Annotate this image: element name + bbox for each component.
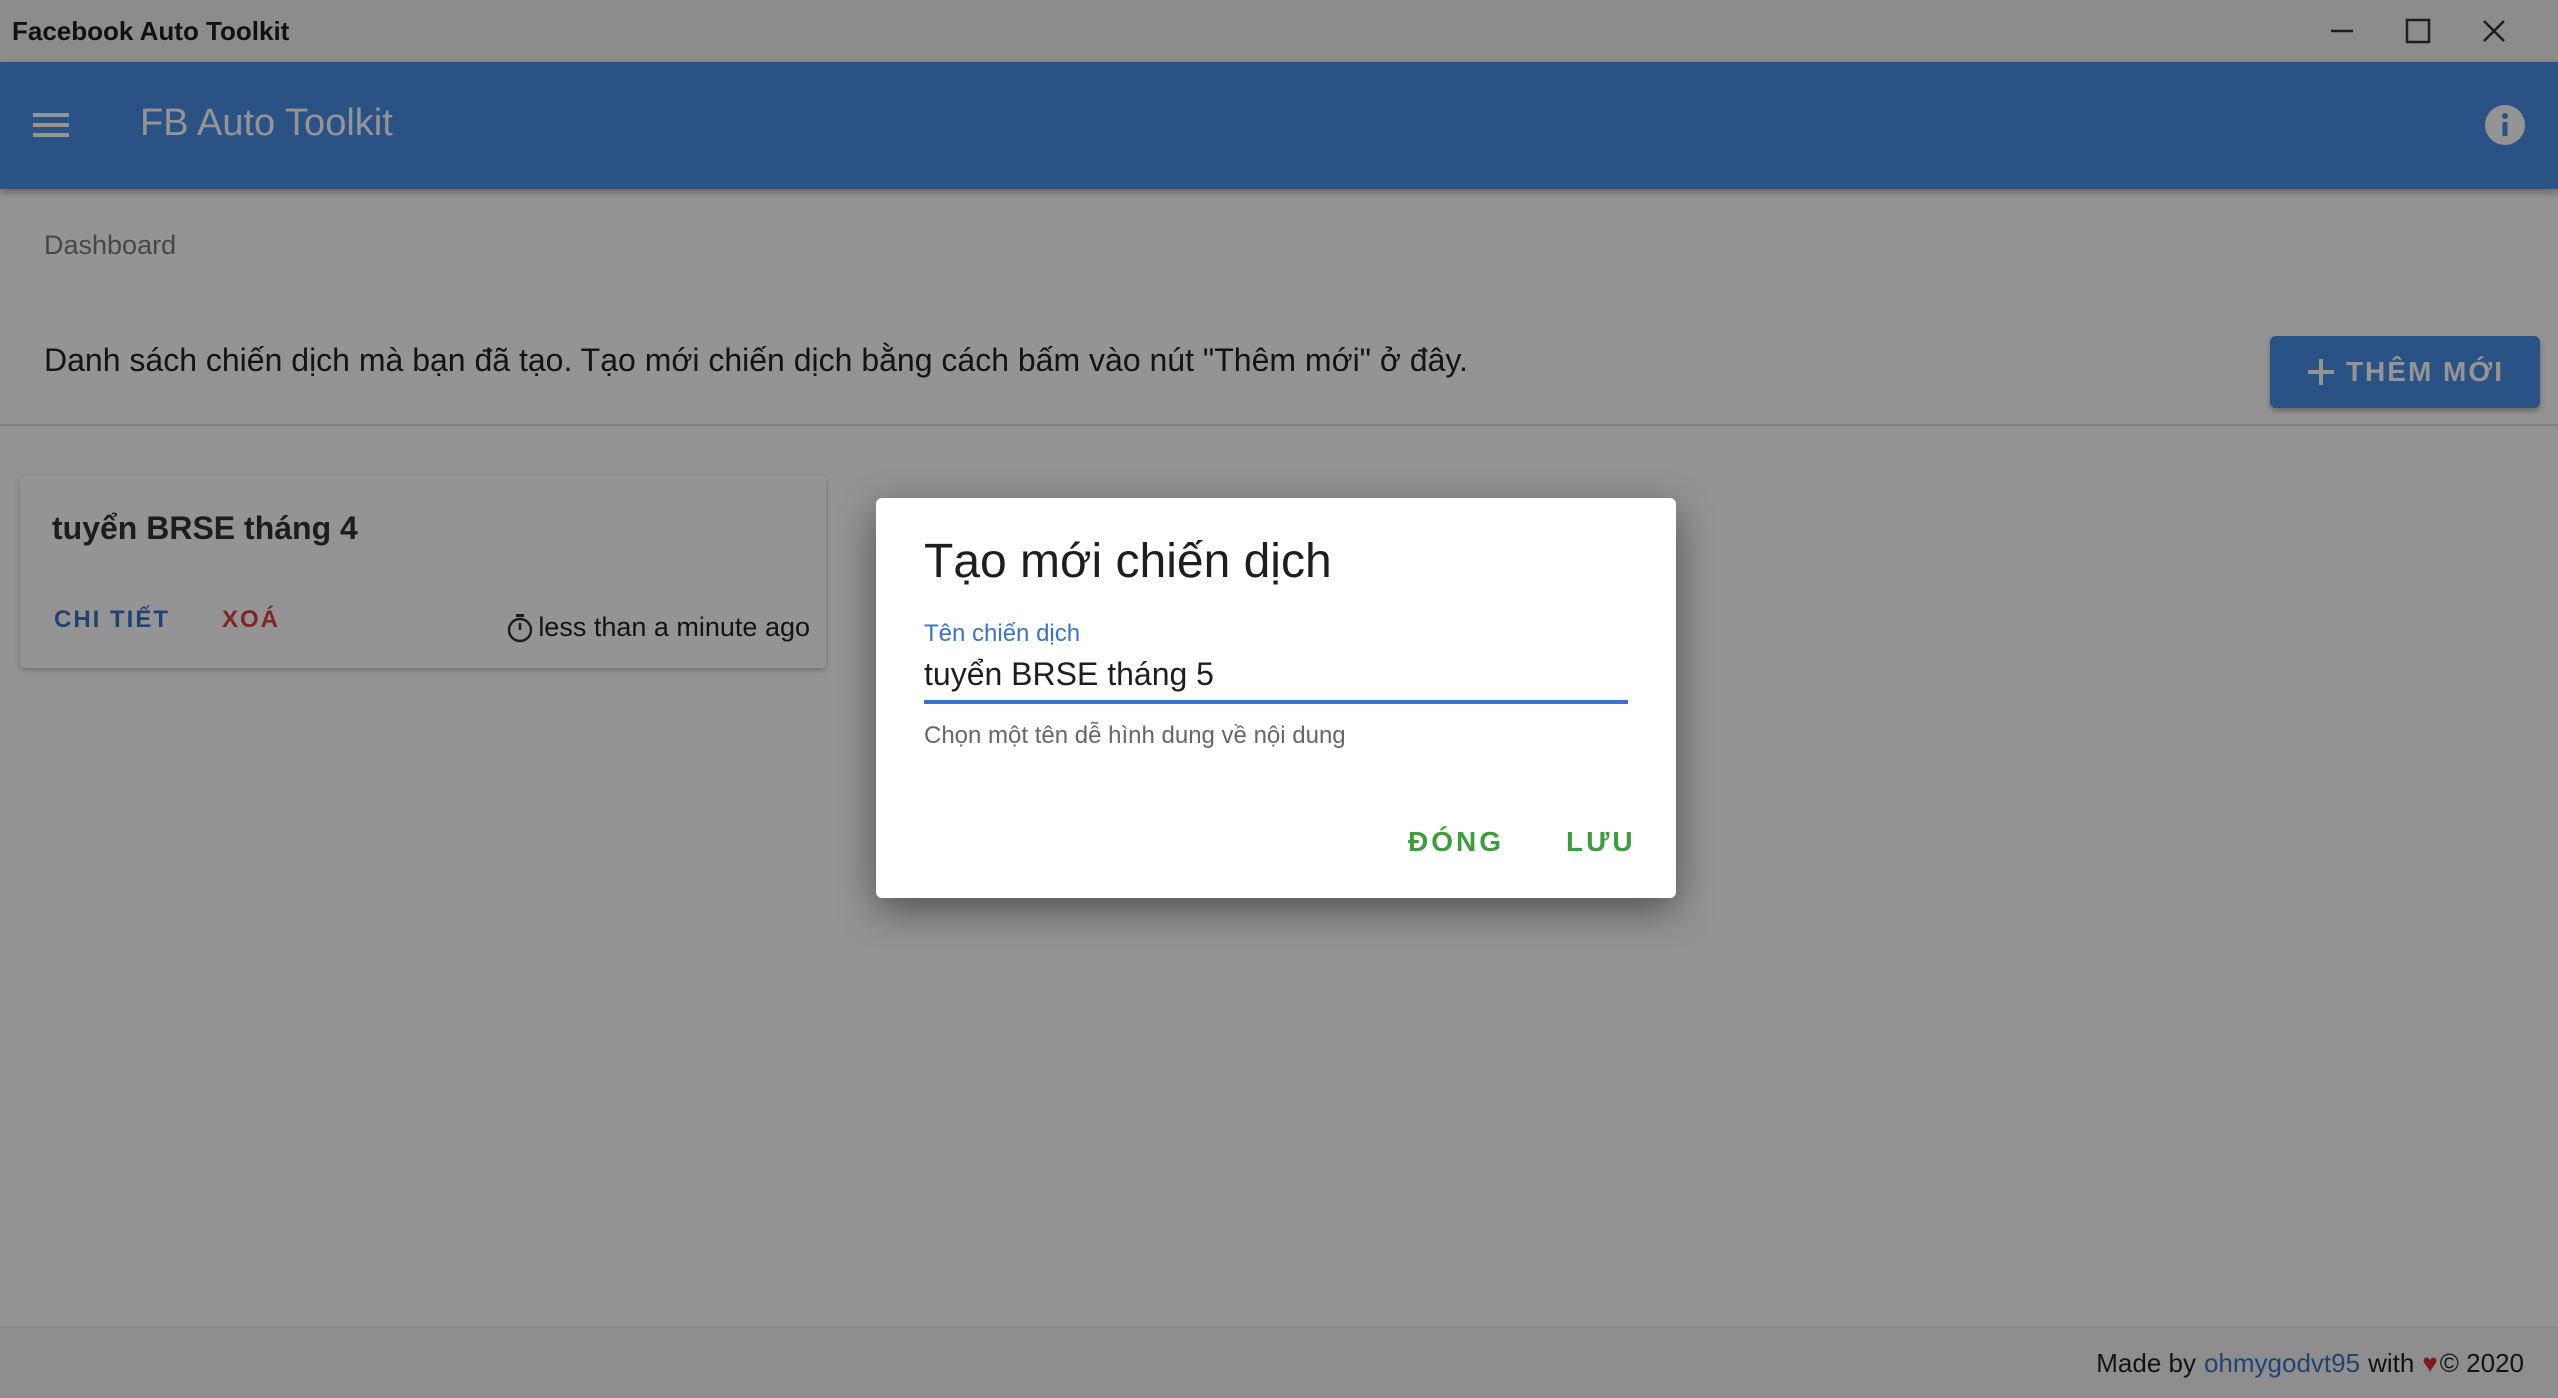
campaign-name-input[interactable] [924, 648, 1628, 704]
dialog-title: Tạo mới chiến dịch [924, 535, 1332, 588]
dialog-save-button[interactable]: LƯU [1566, 826, 1636, 858]
dialog-close-button[interactable]: ĐÓNG [1408, 826, 1504, 858]
campaign-name-helper: Chọn một tên dễ hình dung về nội dung [924, 722, 1346, 749]
campaign-name-label: Tên chiến dịch [924, 620, 1081, 647]
create-campaign-dialog: Tạo mới chiến dịch Tên chiến dịch Chọn m… [876, 498, 1676, 898]
